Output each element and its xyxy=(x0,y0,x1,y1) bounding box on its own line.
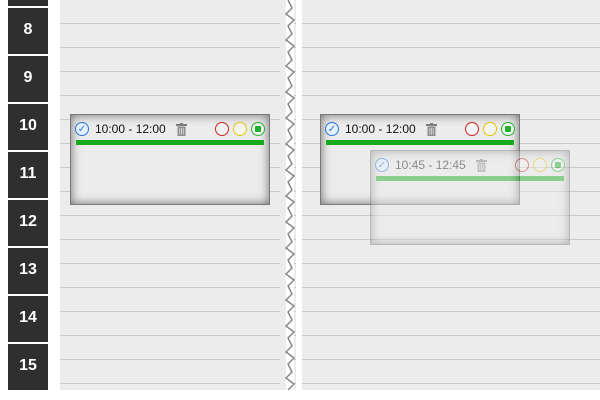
check-icon[interactable]: ✓ xyxy=(325,122,339,136)
event-header: ✓ 10:00 - 12:00 xyxy=(75,120,265,138)
event-time: 10:00 - 12:00 xyxy=(95,122,166,136)
status-green-circle-icon[interactable] xyxy=(551,158,565,172)
hour-label: 12 xyxy=(8,198,48,244)
check-icon[interactable]: ✓ xyxy=(75,122,89,136)
dragging-event-card[interactable]: ✓ 10:45 - 12:45 xyxy=(370,150,570,245)
event-card[interactable]: ✓ 10:00 - 12:00 xyxy=(70,114,270,205)
status-green-circle-icon[interactable] xyxy=(251,122,265,136)
status-bar xyxy=(76,140,264,145)
event-header: ✓ 10:45 - 12:45 xyxy=(375,156,565,174)
status-green-circle-icon[interactable] xyxy=(501,122,515,136)
hour-label: 15 xyxy=(8,342,48,388)
status-red-circle-icon[interactable] xyxy=(465,122,479,136)
check-icon[interactable]: ✓ xyxy=(375,158,389,172)
status-bar xyxy=(376,176,564,181)
trash-icon[interactable] xyxy=(425,122,437,136)
hour-label: 11 xyxy=(8,150,48,196)
hour-gutter: 8 9 10 11 12 13 14 15 xyxy=(8,0,48,390)
event-time: 10:45 - 12:45 xyxy=(395,158,466,172)
hour-label: 10 xyxy=(8,102,48,148)
hour-label: 9 xyxy=(8,54,48,100)
trash-icon[interactable] xyxy=(175,122,187,136)
status-red-circle-icon[interactable] xyxy=(215,122,229,136)
event-time: 10:00 - 12:00 xyxy=(345,122,416,136)
status-red-circle-icon[interactable] xyxy=(515,158,529,172)
event-header: ✓ 10:00 - 12:00 xyxy=(325,120,515,138)
status-yellow-circle-icon[interactable] xyxy=(483,122,497,136)
trash-icon[interactable] xyxy=(475,158,487,172)
status-bar xyxy=(326,140,514,145)
hour-label: 8 xyxy=(8,6,48,52)
status-yellow-circle-icon[interactable] xyxy=(233,122,247,136)
hour-label: 14 xyxy=(8,294,48,340)
status-yellow-circle-icon[interactable] xyxy=(533,158,547,172)
hour-label: 13 xyxy=(8,246,48,292)
column-break xyxy=(280,0,302,390)
